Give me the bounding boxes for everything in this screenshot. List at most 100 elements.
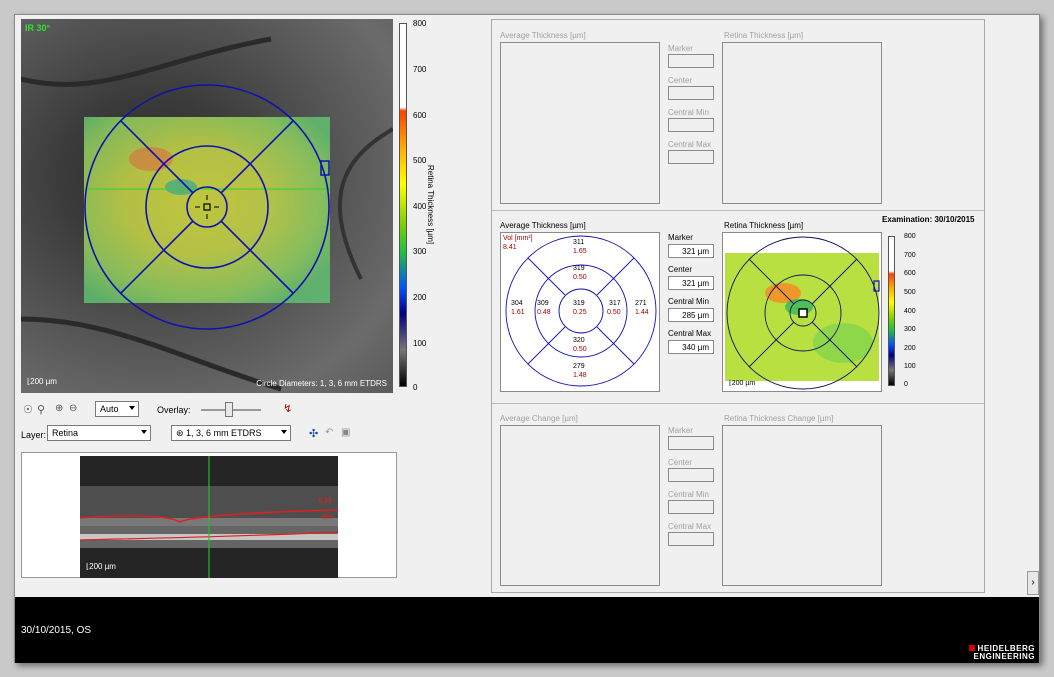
top-avg-title: Average Thickness [µm] — [500, 31, 586, 40]
bottom-avg-box — [500, 425, 660, 586]
zoom-select[interactable]: Auto — [95, 401, 139, 417]
zoom-out-icon[interactable]: ⊖ — [69, 403, 77, 414]
marker-label: Marker — [668, 233, 693, 242]
layer-select[interactable]: Retina — [47, 425, 151, 441]
map-tick: 600 — [904, 270, 916, 277]
bm-label: BM — [322, 514, 333, 521]
colorbar-tick: 500 — [413, 156, 427, 165]
sector-volume: 0.50 — [573, 274, 587, 281]
sector-thickness: 271 — [635, 300, 647, 307]
collapse-panel-icon[interactable]: › — [1027, 571, 1039, 595]
sector-thickness: 309 — [537, 300, 549, 307]
central-max-field: 340 µm — [668, 340, 714, 354]
circle-diameter-label: Circle Diameters: 1, 3, 6 mm ETDRS — [256, 379, 387, 388]
sector-thickness: 319 — [573, 300, 585, 307]
overlay-reset-icon[interactable]: ↯ — [283, 402, 292, 415]
oct-scale-bar: ⌊200 µm — [86, 562, 116, 571]
center-grid-icon[interactable]: ✣ — [309, 427, 318, 440]
top-section: Average Thickness [µm] Marker Center Cen… — [492, 20, 984, 210]
sector-thickness: 320 — [573, 337, 585, 344]
overlay-label: Overlay: — [157, 405, 191, 415]
map-colorbar — [888, 236, 895, 386]
undo-icon[interactable]: ↶ — [325, 427, 333, 438]
center-field: 321 µm — [668, 276, 714, 290]
marker-field: 321 µm — [668, 244, 714, 258]
vol-label: Vol [mm³] — [503, 235, 533, 242]
sector-volume: 0.25 — [573, 309, 587, 316]
colorbar-title: Retina Thickness [µm] — [426, 165, 435, 245]
map-tick: 200 — [904, 345, 916, 352]
image-mode-label: IR 30° — [25, 23, 51, 33]
bottom-retina-box — [722, 425, 882, 586]
map-tick: 700 — [904, 252, 916, 259]
oct-bscan-viewer[interactable]: ILM BM ⌊200 µm — [21, 452, 397, 578]
map-tick: 400 — [904, 308, 916, 315]
oct-bscan-image: ILM BM ⌊200 µm — [80, 456, 338, 578]
overlay-slider-thumb[interactable] — [225, 402, 233, 417]
top-retina-title: Retina Thickness [µm] — [724, 31, 804, 40]
colorbar-tick: 0 — [413, 383, 418, 392]
top-central-max-field — [668, 150, 714, 164]
save-icon[interactable]: ▣ — [341, 427, 350, 438]
magnify-icon[interactable]: ⚲ — [37, 403, 45, 416]
sector-volume: 0.50 — [573, 346, 587, 353]
colorbar-tick: 600 — [413, 111, 427, 120]
sector-thickness: 319 — [573, 265, 585, 272]
layer-label: Layer: — [21, 430, 47, 440]
brand-line2: ENGINEERING — [973, 652, 1035, 661]
top-avg-box — [500, 42, 660, 204]
sector-volume: 1.44 — [635, 309, 649, 316]
grid-icon: ⊛ — [176, 428, 187, 438]
top-central-max-label: Central Max — [668, 140, 712, 149]
vol-value: 8.41 — [503, 244, 517, 251]
analysis-panel: Average Thickness [µm] Marker Center Cen… — [491, 19, 985, 593]
map-scale-bar: ⌊200 µm — [729, 380, 756, 387]
sector-volume: 1.65 — [573, 248, 587, 255]
retina-thickness-map[interactable]: ⌊200 µm — [722, 232, 882, 392]
ilm-label: ILM — [318, 496, 332, 505]
status-footer: 30/10/2015, OS HEIDELBERG ENGINEERING — [15, 597, 1039, 663]
mid-section: Average Thickness [µm] Vol [mm³] 8.41 31… — [492, 211, 984, 403]
top-central-min-label: Central Min — [668, 108, 709, 117]
fundus-image[interactable]: IR 30° ⌊200 µm Circle Diameters: 1, 3, 6… — [21, 19, 393, 393]
bottom-avg-title: Average Change [µm] — [500, 414, 578, 423]
central-min-field: 285 µm — [668, 308, 714, 322]
map-scale-label: 200 µm — [731, 380, 756, 387]
zoom-in-icon[interactable]: ⊕ — [55, 403, 63, 414]
map-tick: 0 — [904, 381, 908, 388]
bottom-central-min-field — [668, 500, 714, 514]
bottom-section: Average Change [µm] Marker Center Centra… — [492, 404, 984, 592]
exam-date: Examination: 30/10/2015 — [882, 215, 975, 224]
colorbar-tick: 300 — [413, 247, 427, 256]
scale-bar-label: 200 µm — [30, 377, 57, 386]
bottom-marker-label: Marker — [668, 426, 693, 435]
central-max-label: Central Max — [668, 329, 712, 338]
top-center-field — [668, 86, 714, 100]
sector-thickness: 311 — [573, 239, 585, 246]
oct-scale-label: 200 µm — [89, 562, 116, 571]
bottom-central-max-field — [668, 532, 714, 546]
map-tick: 500 — [904, 289, 916, 296]
pan-icon[interactable]: ☉ — [23, 403, 33, 416]
sector-volume: 0.50 — [607, 309, 621, 316]
sector-volume: 1.61 — [511, 309, 525, 316]
etdrs-sector-chart: Vol [mm³] 8.41 311 1.65 319 0.50 319 0.2… — [500, 232, 660, 392]
mid-avg-title: Average Thickness [µm] — [500, 221, 586, 230]
top-retina-box — [722, 42, 882, 204]
zoom-select-value: Auto — [100, 404, 119, 414]
layer-toolbar: Layer: Retina ⊛ 1, 3, 6 mm ETDRS ✣ ↶ ▣ — [21, 425, 401, 445]
map-tick: 800 — [904, 233, 916, 240]
thickness-colorbar — [399, 23, 407, 387]
sector-thickness: 317 — [609, 300, 621, 307]
map-tick: 100 — [904, 363, 916, 370]
bottom-marker-field — [668, 436, 714, 450]
map-tick: 300 — [904, 326, 916, 333]
grid-select[interactable]: ⊛ 1, 3, 6 mm ETDRS — [171, 425, 291, 441]
exam-date-eye: 30/10/2015, OS — [21, 625, 92, 636]
top-marker-field — [668, 54, 714, 68]
scale-bar: ⌊200 µm — [27, 377, 57, 386]
bottom-central-max-label: Central Max — [668, 522, 712, 531]
brand-logo: HEIDELBERG ENGINEERING — [968, 645, 1035, 661]
layer-select-value: Retina — [52, 428, 79, 438]
bottom-center-label: Center — [668, 458, 693, 467]
